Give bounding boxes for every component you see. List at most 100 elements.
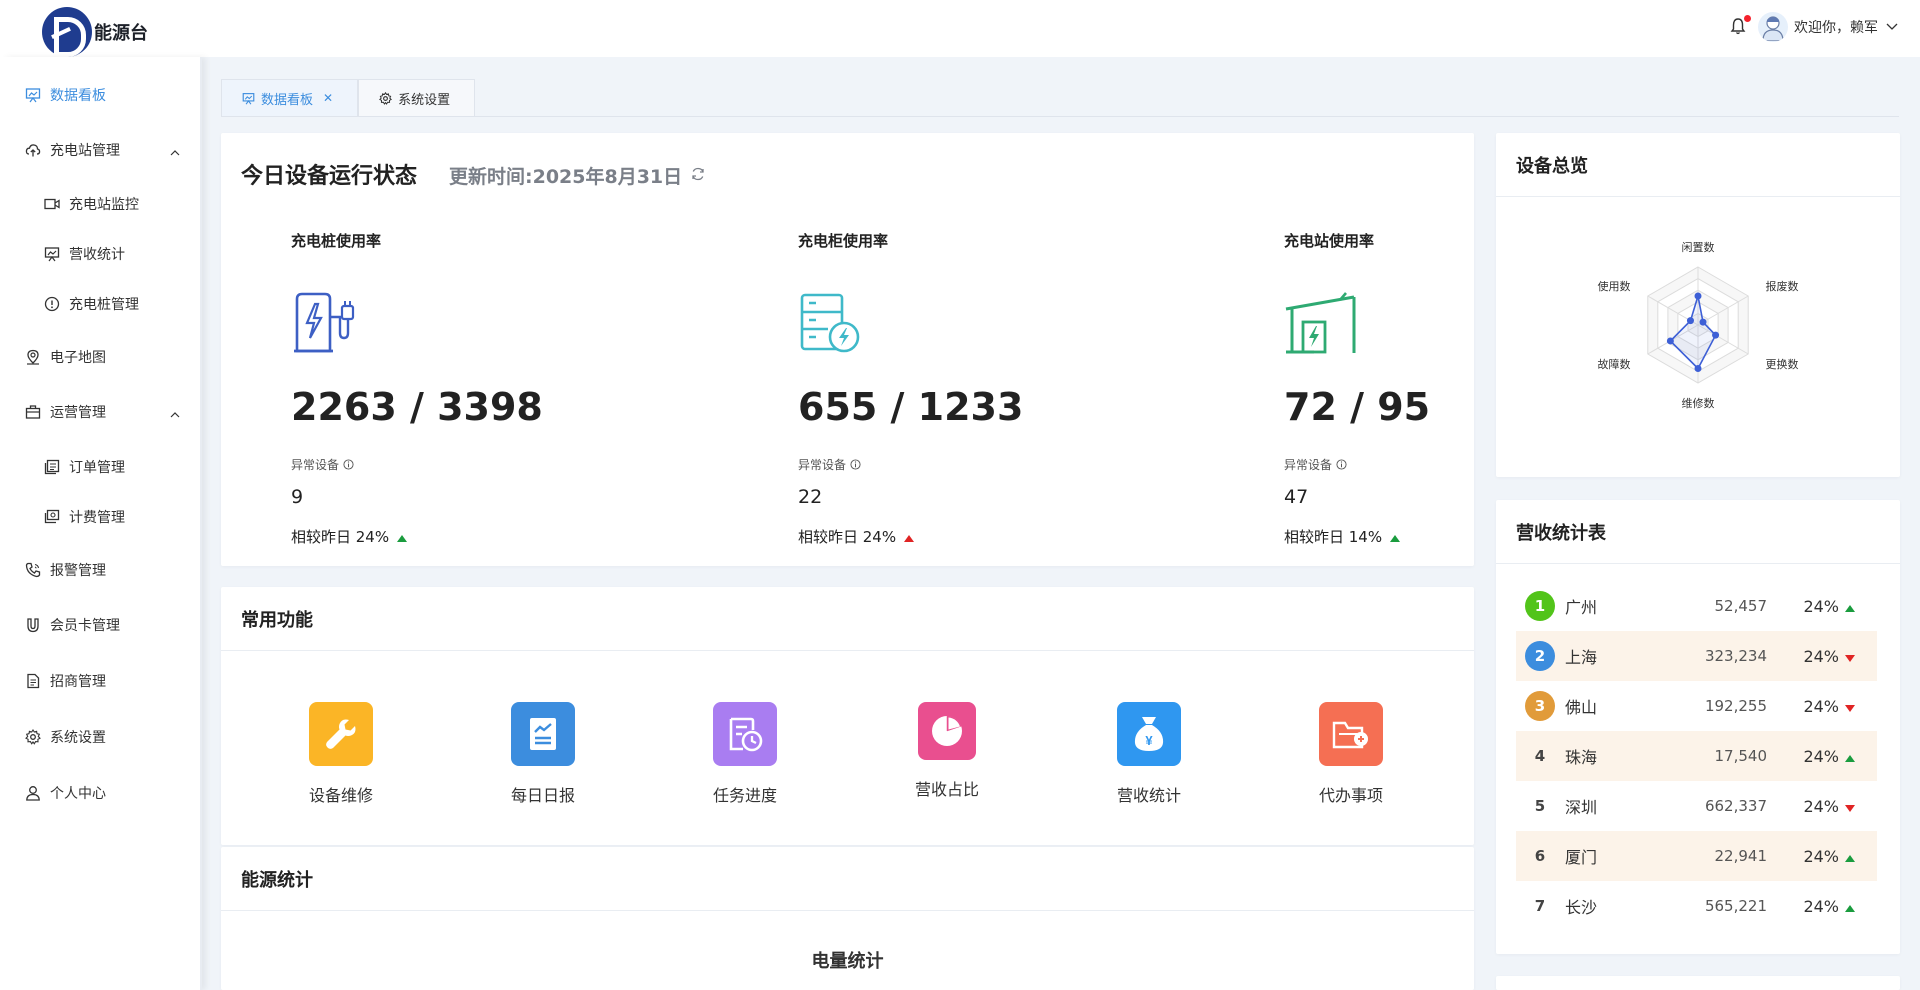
- device-overview-card: 设备总览 闲置数 报废数 更换数 维修数 故障数 使用数: [1496, 133, 1900, 477]
- sidebar-item-label: 招商管理: [50, 674, 106, 690]
- revenue-percent: 24%: [1803, 896, 1839, 916]
- dashboard-icon: [24, 86, 42, 104]
- tab-bar: 数据看板 ✕ 系统设置: [221, 79, 476, 117]
- metric-cabinet-usage: 充电柜使用率 655 / 1233 异常设备 22 相较昨日 24%: [798, 133, 1098, 563]
- function-device-repair[interactable]: 设备维修: [281, 702, 401, 806]
- revenue-percent: 24%: [1803, 746, 1839, 766]
- radar-point[interactable]: [1686, 317, 1694, 325]
- radar-point[interactable]: [1666, 337, 1674, 345]
- info-icon[interactable]: [1336, 459, 1347, 470]
- presentation-icon: [43, 245, 61, 263]
- notification-dot: [1744, 15, 1751, 22]
- revenue-row[interactable]: 5 深圳 662,337 24%: [1516, 781, 1877, 831]
- revenue-row[interactable]: 6 厦门 22,941 24%: [1516, 831, 1877, 881]
- trend-down-icon: [1845, 697, 1855, 716]
- greeting-text[interactable]: 欢迎你，赖军: [1794, 17, 1878, 37]
- gear-icon: [24, 728, 42, 746]
- sidebar-item-personal-center[interactable]: 个人中心: [0, 773, 200, 813]
- revenue-percent: 24%: [1803, 846, 1839, 866]
- info-icon[interactable]: [850, 459, 861, 470]
- sidebar-item-label: 充电站监控: [69, 197, 139, 213]
- magnet-icon: [24, 616, 42, 634]
- abnormal-label-text: 异常设备: [1284, 458, 1333, 472]
- revenue-percent: 24%: [1803, 646, 1839, 666]
- sidebar-item-station-management[interactable]: 充电站管理: [0, 130, 200, 170]
- city-name: 厦门: [1565, 848, 1598, 867]
- function-daily-report[interactable]: 每日日报: [483, 702, 603, 806]
- charging-cabinet-icon: [798, 291, 868, 361]
- sidebar-item-label: 充电站管理: [50, 143, 120, 159]
- radar-point[interactable]: [1712, 331, 1720, 339]
- revenue-value: 565,221: [1704, 897, 1767, 915]
- metric-label: 充电柜使用率: [798, 232, 889, 250]
- sidebar-item-label: 运营管理: [50, 405, 106, 421]
- sidebar-item-station-monitor[interactable]: 充电站监控: [0, 184, 200, 224]
- function-revenue-ratio[interactable]: 营收占比: [887, 702, 1007, 800]
- sidebar-item-billing-management[interactable]: 计费管理: [0, 497, 200, 537]
- radar-point[interactable]: [1699, 318, 1707, 326]
- rank-badge: 3: [1525, 691, 1555, 721]
- radar-point[interactable]: [1694, 365, 1702, 372]
- task-icon: [713, 702, 777, 766]
- abnormal-label-text: 异常设备: [291, 458, 340, 472]
- gear-icon: [379, 91, 393, 105]
- top-header: 能源台 欢迎你，赖军: [0, 0, 1920, 57]
- sidebar-item-dashboard[interactable]: 数据看板: [0, 75, 200, 115]
- sidebar-item-system-settings[interactable]: 系统设置: [0, 717, 200, 757]
- function-label: 设备维修: [308, 786, 373, 805]
- revenue-value: 323,234: [1704, 647, 1767, 665]
- revenue-percent: 24%: [1803, 696, 1839, 716]
- bell-icon[interactable]: [1730, 15, 1751, 37]
- sidebar-item-operations[interactable]: 运营管理: [0, 392, 200, 432]
- sidebar-item-label: 营收统计: [69, 247, 125, 263]
- metric-value: 2263 / 3398: [291, 385, 543, 429]
- rank-badge: 6: [1534, 847, 1546, 865]
- tab-divider: [221, 116, 1899, 117]
- logo[interactable]: 能源台: [42, 7, 148, 57]
- sidebar-item-label: 订单管理: [69, 460, 125, 476]
- radar-label: 更换数: [1766, 357, 1799, 371]
- function-revenue-stats[interactable]: ¥ 营收统计: [1089, 702, 1209, 806]
- city-name: 佛山: [1565, 698, 1598, 717]
- revenue-row[interactable]: 7 长沙 565,221 24%: [1516, 881, 1877, 931]
- function-task-progress[interactable]: 任务进度: [685, 702, 805, 806]
- tab-system-settings[interactable]: 系统设置: [358, 79, 476, 117]
- sidebar-item-investment[interactable]: 招商管理: [0, 661, 200, 701]
- abnormal-count: 22: [798, 486, 823, 508]
- revenue-row[interactable]: 3 佛山 192,255 24%: [1516, 681, 1877, 731]
- tab-dashboard[interactable]: 数据看板 ✕: [221, 79, 359, 117]
- refresh-icon[interactable]: [690, 165, 706, 187]
- function-label: 营收占比: [914, 780, 979, 799]
- metric-label: 充电桩使用率: [291, 232, 382, 250]
- revenue-table-card: 营收统计表 1 广州 52,457 24% 2 上海 323,234 24% 3 佛山 192,25…: [1496, 500, 1900, 954]
- sidebar-item-order-management[interactable]: 订单管理: [0, 447, 200, 487]
- phone-icon: [24, 561, 42, 579]
- sidebar-item-member-card[interactable]: 会员卡管理: [0, 605, 200, 645]
- radar-point[interactable]: [1694, 292, 1702, 300]
- revenue-row[interactable]: 4 珠海 17,540 24%: [1516, 731, 1877, 781]
- sidebar-item-alarm-management[interactable]: 报警管理: [0, 550, 200, 590]
- info-icon[interactable]: [343, 459, 354, 470]
- revenue-row[interactable]: 1 广州 52,457 24%: [1516, 581, 1877, 631]
- metric-value: 72 / 95: [1284, 385, 1431, 429]
- rank-badge: 7: [1534, 897, 1546, 915]
- sidebar-item-label: 报警管理: [50, 563, 106, 579]
- sidebar-item-pile-management[interactable]: 充电桩管理: [0, 284, 200, 324]
- sidebar-item-e-map[interactable]: 电子地图: [0, 337, 200, 377]
- abnormal-label: 异常设备: [291, 456, 354, 473]
- wrench-icon: [309, 702, 373, 766]
- billing-icon: [43, 508, 61, 526]
- trend-up-icon: [1845, 897, 1855, 916]
- chevron-down-icon[interactable]: [1886, 19, 1898, 35]
- close-icon[interactable]: ✕: [323, 91, 333, 105]
- sidebar-item-revenue-stats[interactable]: 营收统计: [0, 234, 200, 274]
- document-icon: [24, 672, 42, 690]
- metric-value: 655 / 1233: [798, 385, 1024, 429]
- trend-up-icon: [1845, 747, 1855, 766]
- charging-pile-icon: [291, 291, 361, 361]
- revenue-row[interactable]: 2 上海 323,234 24%: [1516, 631, 1877, 681]
- function-todo[interactable]: 代办事项: [1291, 702, 1411, 806]
- compare-text: 相较昨日 24%: [798, 528, 897, 546]
- revenue-value: 52,457: [1714, 597, 1768, 615]
- avatar[interactable]: [1758, 12, 1788, 42]
